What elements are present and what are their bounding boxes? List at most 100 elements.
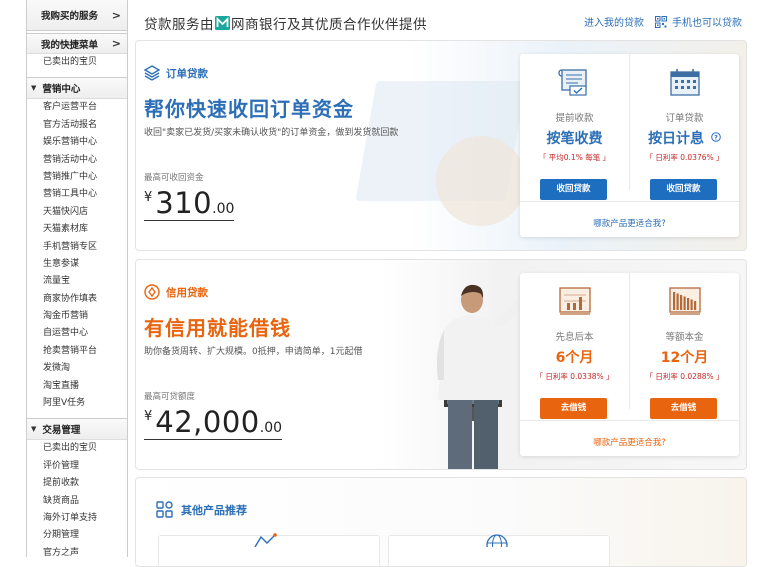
- sidebar-section-marketing[interactable]: ▼ 营销中心: [27, 77, 127, 100]
- credit-loan-tag-label: 信用贷款: [166, 286, 208, 299]
- globe-icon: [486, 534, 508, 547]
- panel-divider: [520, 201, 739, 202]
- order-loan-description: 收回"卖家已发货/买家未确认收货"的订单资金，做到发货就回款: [144, 128, 399, 138]
- credit-loan-card: 信用贷款 有信用就能借钱 助你备货周转、扩大规模。0抵押，申请简单，1元起借 最…: [135, 259, 747, 470]
- amount-integer: 42,000: [155, 405, 260, 439]
- currency-symbol: ¥: [144, 409, 153, 424]
- product-order-loan: 订单贷款 按日计息 ? 「 日利率 0.0376% 」 收回贷款: [630, 54, 739, 200]
- sidebar-item[interactable]: 营销工具中心: [27, 186, 127, 203]
- other-products-card: 其他产品推荐: [135, 477, 747, 567]
- product-name: 订单贷款: [665, 113, 704, 124]
- product-interest-first: 先息后本 6个月 「 日利率 0.0338% 」 去借钱: [520, 273, 629, 419]
- caret-down-icon: ▼: [31, 84, 37, 93]
- sidebar-item[interactable]: 已卖出的宝贝: [27, 440, 127, 457]
- product-equal-principal: 等额本金 12个月 「 日利率 0.0288% 」 去借钱: [630, 273, 739, 419]
- page-header: 贷款服务由 网商银行及其优质合作伙伴提供 进入我的贷款 手机也可以贷款: [136, 0, 750, 40]
- recover-loan-button[interactable]: 收回贷款: [650, 179, 717, 200]
- sidebar-item[interactable]: 淘金币营销: [27, 308, 127, 325]
- decorative-background: [436, 136, 526, 226]
- sidebar-bought-services[interactable]: 我购买的服务 >: [27, 0, 127, 31]
- sidebar-item[interactable]: 评价管理: [27, 458, 127, 475]
- title-prefix: 贷款服务由: [144, 17, 214, 33]
- sidebar-item[interactable]: 营销推广中心: [27, 169, 127, 186]
- product-headline: 12个月: [660, 350, 709, 366]
- sidebar-item[interactable]: 娱乐营销中心: [27, 134, 127, 151]
- sidebar-bought-label: 我购买的服务: [41, 11, 99, 22]
- credit-loan-products-panel: 先息后本 6个月 「 日利率 0.0338% 」 去借钱 等额本金 12个月 「…: [520, 273, 739, 456]
- product-name: 提前收款: [555, 113, 594, 124]
- invoice-scroll-icon: [558, 69, 587, 96]
- product-name: 等额本金: [665, 332, 704, 343]
- title-suffix: 网商银行及其优质合作伙伴提供: [231, 17, 427, 33]
- sidebar-item[interactable]: 淘宝直播: [27, 378, 127, 395]
- sidebar-item[interactable]: 缺货商品: [27, 493, 127, 510]
- which-product-link[interactable]: 哪款产品更适合我?: [520, 436, 739, 448]
- recover-loan-button[interactable]: 收回贷款: [540, 179, 607, 200]
- amount-decimal: .00: [212, 201, 235, 217]
- product-illustration-icon: [254, 533, 277, 547]
- sidebar-item[interactable]: 提前收款: [27, 475, 127, 492]
- mobile-loan-label: 手机也可以贷款: [672, 18, 742, 29]
- sidebar: 我购买的服务 > 我的快捷菜单 > 已卖出的宝贝 ▼ 营销中心 客户运营平台 官…: [26, 0, 128, 557]
- sidebar-quick-menu[interactable]: 我的快捷菜单 >: [27, 34, 127, 54]
- amount-integer: 310: [155, 186, 213, 220]
- sidebar-quick-menu-label: 我的快捷菜单: [41, 39, 99, 51]
- product-name: 先息后本: [555, 332, 594, 343]
- panel-divider: [520, 420, 739, 421]
- sidebar-item[interactable]: 商家协作填表: [27, 291, 127, 308]
- sidebar-item[interactable]: 官方之声: [27, 545, 127, 557]
- other-products-title: 其他产品推荐: [156, 501, 247, 518]
- sidebar-item[interactable]: 客户运营平台: [27, 99, 127, 116]
- borrow-button[interactable]: 去借钱: [540, 398, 607, 419]
- sidebar-item[interactable]: 自运营中心: [27, 325, 127, 342]
- credit-badge-icon: [144, 284, 160, 300]
- chevron-right-icon: >: [111, 9, 121, 22]
- currency-symbol: ¥: [144, 190, 153, 205]
- sidebar-item[interactable]: 阿里V任务: [27, 395, 127, 412]
- sidebar-item-sold[interactable]: 已卖出的宝贝: [27, 54, 127, 71]
- mybank-logo-icon: [215, 16, 230, 30]
- credit-loan-description: 助你备货周转、扩大规模。0抵押，申请简单，1元起借: [144, 347, 363, 357]
- calendar-icon: [670, 69, 700, 96]
- recommended-product-card[interactable]: [388, 534, 610, 566]
- order-loan-amount-caption: 最高可收回资金: [144, 173, 204, 183]
- mobile-loan-link[interactable]: 手机也可以贷款: [655, 14, 742, 29]
- sidebar-section-label: 营销中心: [42, 84, 81, 96]
- sidebar-section-label: 交易管理: [42, 425, 81, 437]
- sidebar-item[interactable]: 发微淘: [27, 360, 127, 377]
- which-product-link[interactable]: 哪款产品更适合我?: [520, 217, 739, 229]
- product-headline: 6个月: [555, 350, 594, 366]
- sidebar-item[interactable]: 天猫素材库: [27, 221, 127, 238]
- svg-text:?: ?: [714, 134, 718, 142]
- descending-chart-icon: [669, 287, 701, 315]
- sidebar-item[interactable]: 流量宝: [27, 273, 127, 290]
- product-headline-text: 按日计息: [648, 131, 705, 147]
- sidebar-item[interactable]: 官方活动报名: [27, 117, 127, 134]
- recommended-product-card[interactable]: [158, 533, 380, 566]
- caret-down-icon: ▼: [31, 425, 37, 434]
- order-loan-headline: 帮你快速收回订单资金: [144, 97, 354, 121]
- sidebar-section-trade[interactable]: ▼ 交易管理: [27, 418, 127, 441]
- sidebar-item[interactable]: 天猫快闪店: [27, 204, 127, 221]
- credit-loan-tag: 信用贷款: [144, 284, 208, 300]
- bar-chart-board-icon: [559, 287, 591, 315]
- product-headline: 按笔收费: [546, 131, 603, 147]
- sidebar-item[interactable]: 手机营销专区: [27, 239, 127, 256]
- sidebar-item[interactable]: 营销活动中心: [27, 152, 127, 169]
- order-loan-products-panel: 提前收款 按笔收费 「 平均0.1% 每笔 」 收回贷款 订单贷款 按日计息 ?…: [520, 54, 739, 237]
- grid-apps-icon: [156, 501, 173, 518]
- sidebar-item[interactable]: 抢卖营销平台: [27, 343, 127, 360]
- sidebar-item[interactable]: 海外订单支持: [27, 510, 127, 527]
- credit-loan-amount-caption: 最高可贷额度: [144, 392, 196, 402]
- sidebar-item[interactable]: 分期管理: [27, 527, 127, 544]
- sidebar-item[interactable]: 生意参谋: [27, 256, 127, 273]
- borrow-button[interactable]: 去借钱: [650, 398, 717, 419]
- product-rate: 「 日利率 0.0376% 」: [645, 153, 724, 162]
- other-products-label: 其他产品推荐: [181, 503, 247, 517]
- credit-loan-headline: 有信用就能借钱: [144, 316, 291, 340]
- amount-decimal: .00: [259, 420, 283, 436]
- my-loans-link[interactable]: 进入我的贷款: [584, 14, 644, 29]
- businessman-photo: [436, 284, 530, 469]
- help-icon[interactable]: ?: [711, 132, 721, 142]
- product-headline: 按日计息 ?: [630, 128, 739, 148]
